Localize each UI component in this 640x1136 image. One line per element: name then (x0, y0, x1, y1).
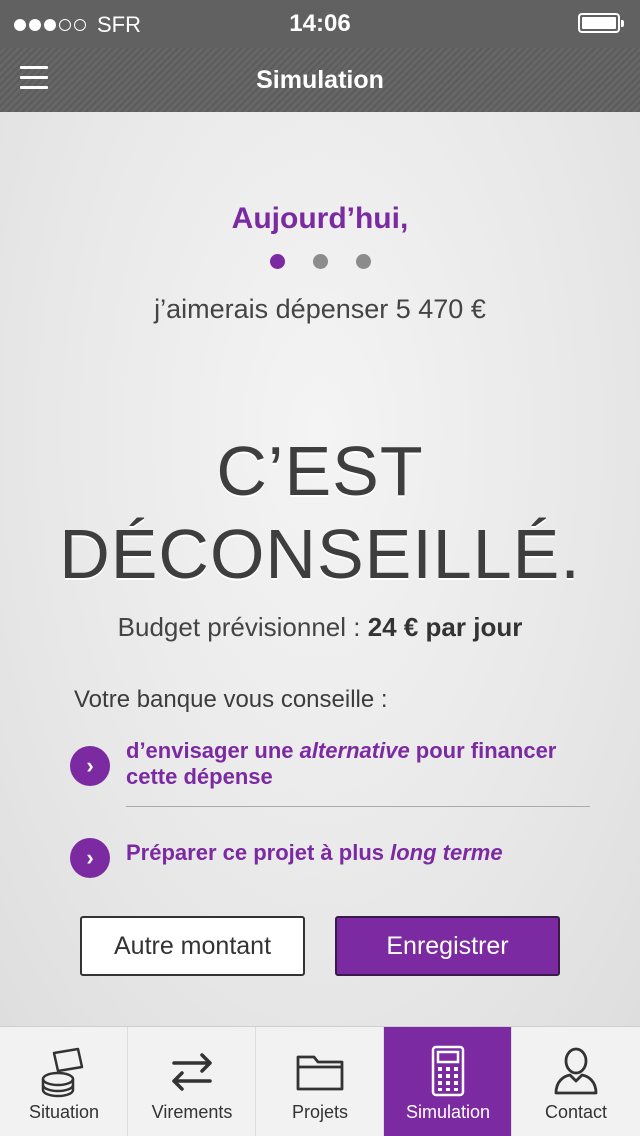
tab-contact[interactable]: Contact (512, 1027, 640, 1136)
spending-amount-text: j’aimerais dépenser 5 470 € (154, 294, 486, 324)
page-dot[interactable] (312, 254, 328, 269)
verdict-line-1: C’EST (216, 432, 424, 510)
page-dot-active[interactable] (269, 254, 285, 269)
chevron-right-icon: › (70, 838, 110, 878)
verdict-text: C’EST DÉCONSEILLÉ. (0, 430, 640, 597)
tab-label: Situation (28, 1102, 100, 1122)
save-button[interactable]: Enregistrer (335, 916, 560, 976)
chevron-right-icon: › (70, 746, 110, 786)
tab-simulation[interactable]: Simulation (384, 1027, 512, 1136)
page-dot[interactable] (355, 254, 371, 269)
tab-label: Virements (151, 1102, 233, 1122)
tab-label: Projets (291, 1102, 349, 1122)
coins-card-icon (41, 1047, 83, 1098)
transfer-arrows-icon (171, 1053, 212, 1091)
simulation-content: Aujourd’hui, j’aimerais dépenser 5 470 €… (0, 112, 640, 1026)
folder-icon (296, 1055, 343, 1091)
tab-label: Contact (544, 1102, 608, 1122)
advice-item-alternative[interactable]: › d’envisager une alternative pour finan… (70, 738, 590, 791)
status-bar: SFR 14:06 (0, 0, 640, 48)
divider (126, 806, 590, 807)
other-amount-button[interactable]: Autre montant (80, 916, 305, 976)
tab-projets[interactable]: Projets (256, 1027, 384, 1136)
budget-label: Budget prévisionnel : (117, 612, 361, 642)
tab-bar: Situation Virements Projets Simulation C… (0, 1026, 640, 1136)
battery-icon (578, 13, 624, 33)
navigation-bar: Simulation (0, 48, 640, 112)
calculator-icon (431, 1045, 464, 1097)
tab-situation[interactable]: Situation (0, 1027, 128, 1136)
verdict-line-2: DÉCONSEILLÉ. (59, 515, 581, 594)
simulation-heading: Aujourd’hui, (231, 202, 409, 235)
budget-forecast: Budget prévisionnel : 24 € par jour (0, 612, 640, 643)
advice-text: d’envisager une alternative pour finance… (126, 738, 557, 790)
tab-label: Simulation (405, 1102, 491, 1122)
tab-virements[interactable]: Virements (128, 1027, 256, 1136)
advice-label: Votre banque vous conseille : (74, 686, 388, 713)
person-icon (554, 1047, 598, 1095)
page-indicator[interactable] (0, 254, 640, 269)
status-time: 14:06 (289, 10, 351, 37)
page-title: Simulation (256, 66, 384, 94)
advice-text: Préparer ce projet à plus long terme (126, 840, 503, 865)
budget-value: 24 € par jour (367, 612, 523, 642)
advice-item-long-term[interactable]: › Préparer ce projet à plus long terme (70, 830, 590, 878)
